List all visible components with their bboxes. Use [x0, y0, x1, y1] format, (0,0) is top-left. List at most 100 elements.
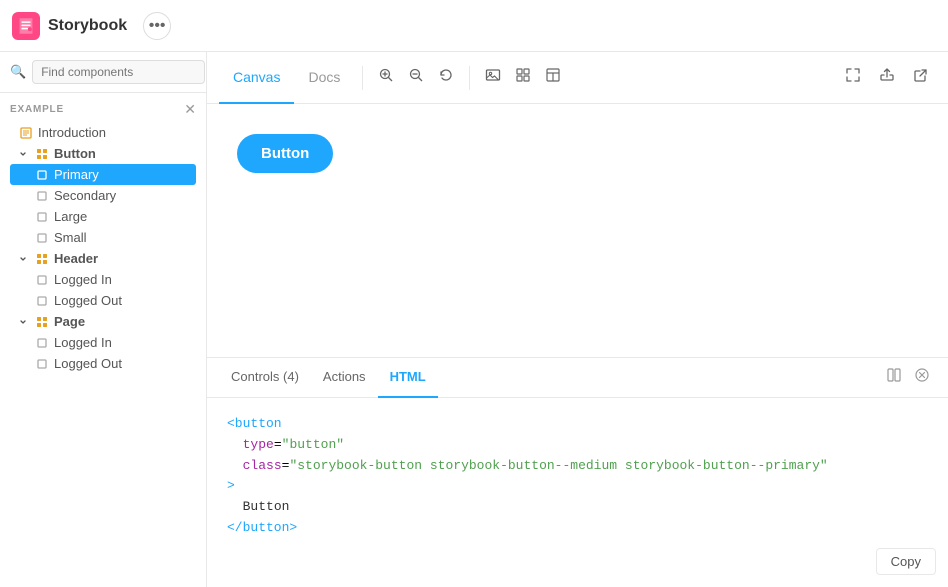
- tab-html[interactable]: HTML: [378, 358, 438, 398]
- tab-canvas[interactable]: Canvas: [219, 52, 294, 104]
- preview-button[interactable]: Button: [237, 134, 333, 173]
- sidebar-item-page-group[interactable]: Page: [10, 311, 196, 332]
- code-line-4: >: [227, 476, 928, 497]
- story-icon-large: [36, 211, 48, 223]
- toolbar-separator-2: [469, 66, 470, 90]
- share-button[interactable]: [872, 63, 902, 93]
- code-line-6: </button>: [227, 518, 928, 539]
- toolbar-right: [838, 63, 936, 93]
- tab-controls[interactable]: Controls (4): [219, 358, 311, 398]
- sidebar-item-page-loggedout[interactable]: Logged Out: [10, 353, 196, 374]
- grid-icon: [36, 148, 48, 160]
- header-loggedin-label: Logged In: [54, 272, 190, 287]
- code-panel: <button type="button" class="storybook-b…: [207, 398, 948, 587]
- sidebar-item-header-loggedout[interactable]: Logged Out: [10, 290, 196, 311]
- menu-button[interactable]: •••: [143, 12, 171, 40]
- large-label: Large: [54, 209, 190, 224]
- layout-icon: [545, 67, 561, 88]
- chevron-down-icon-header: [16, 252, 30, 266]
- image-icon: [485, 67, 501, 88]
- close-section-button[interactable]: ✕: [184, 101, 196, 118]
- new-window-button[interactable]: [906, 63, 936, 93]
- panel-tabs: Controls (4) Actions HTML: [207, 358, 948, 398]
- story-icon-hlo: [36, 295, 48, 307]
- grid-icon: [515, 67, 531, 88]
- expand-icon: [845, 67, 861, 88]
- layout-button[interactable]: [538, 63, 568, 93]
- page-loggedout-label: Logged Out: [54, 356, 190, 371]
- panel-close-button[interactable]: [908, 364, 936, 392]
- zoom-in-button[interactable]: [371, 63, 401, 93]
- story-icon-secondary: [36, 190, 48, 202]
- book-icon: [20, 127, 32, 139]
- sidebar-item-page-loggedin[interactable]: Logged In: [10, 332, 196, 353]
- panel: Controls (4) Actions HTML: [207, 357, 948, 587]
- zoom-in-icon: [378, 67, 394, 88]
- primary-label: Primary: [54, 167, 190, 182]
- sidebar-item-button-small[interactable]: Small: [10, 227, 196, 248]
- zoom-out-icon: [408, 67, 424, 88]
- header-grid-icon: [36, 253, 48, 265]
- secondary-label: Secondary: [54, 188, 190, 203]
- search-input[interactable]: [32, 60, 205, 84]
- sidebar-section: EXAMPLE ✕ Introduction Button: [0, 93, 206, 378]
- dots-icon: •••: [149, 17, 166, 35]
- sidebar-item-button-large[interactable]: Large: [10, 206, 196, 227]
- close-icon: [914, 367, 930, 388]
- grid-toggle-button[interactable]: [508, 63, 538, 93]
- fullscreen-button[interactable]: [838, 63, 868, 93]
- toolbar-separator: [362, 66, 363, 90]
- code-line-2: type="button": [227, 435, 928, 456]
- page-loggedin-label: Logged In: [54, 335, 190, 350]
- reset-zoom-button[interactable]: [431, 63, 461, 93]
- share-icon: [879, 67, 895, 88]
- header-loggedout-label: Logged Out: [54, 293, 190, 308]
- logo-icon: [12, 12, 40, 40]
- header-group-label: Header: [54, 251, 190, 266]
- zoom-out-button[interactable]: [401, 63, 431, 93]
- button-group-label: Button: [54, 146, 190, 161]
- code-line-1: <button: [227, 414, 928, 435]
- content-toolbar: Canvas Docs: [207, 52, 948, 104]
- page-grid-icon: [36, 316, 48, 328]
- app-title: Storybook: [48, 17, 127, 35]
- logo: Storybook: [12, 12, 127, 40]
- chevron-down-icon-page: [16, 315, 30, 329]
- reset-icon: [438, 67, 454, 88]
- sidebar: 🔍 / EXAMPLE ✕ Introduction: [0, 52, 207, 587]
- topbar: Storybook •••: [0, 0, 948, 52]
- small-label: Small: [54, 230, 190, 245]
- section-label: EXAMPLE: [10, 104, 64, 115]
- section-header: EXAMPLE ✕: [10, 101, 196, 118]
- sidebar-item-button-secondary[interactable]: Secondary: [10, 185, 196, 206]
- sidebar-item-header-loggedin[interactable]: Logged In: [10, 269, 196, 290]
- story-icon-pli: [36, 337, 48, 349]
- tab-docs[interactable]: Docs: [294, 52, 354, 104]
- panel-split-button[interactable]: [880, 364, 908, 392]
- canvas-wrapper: Button: [207, 104, 948, 357]
- copy-button[interactable]: Copy: [876, 548, 936, 575]
- sidebar-item-header-group[interactable]: Header: [10, 248, 196, 269]
- story-icon-hli: [36, 274, 48, 286]
- code-line-3: class="storybook-button storybook-button…: [227, 456, 928, 477]
- external-link-icon: [913, 67, 929, 88]
- chevron-down-icon: [16, 147, 30, 161]
- story-icon-primary: [36, 169, 48, 181]
- canvas-area: Button: [207, 104, 948, 203]
- sidebar-item-button-primary[interactable]: Primary: [10, 164, 196, 185]
- sidebar-item-introduction[interactable]: Introduction: [10, 122, 196, 143]
- search-bar: 🔍 /: [0, 52, 206, 93]
- code-line-5: Button: [227, 497, 928, 518]
- split-icon: [886, 367, 902, 388]
- background-button[interactable]: [478, 63, 508, 93]
- main-layout: 🔍 / EXAMPLE ✕ Introduction: [0, 52, 948, 587]
- search-icon: 🔍: [10, 64, 26, 80]
- page-group-label: Page: [54, 314, 190, 329]
- story-icon-small: [36, 232, 48, 244]
- content-area: Canvas Docs: [207, 52, 948, 587]
- intro-label: Introduction: [38, 125, 190, 140]
- sidebar-item-button-group[interactable]: Button: [10, 143, 196, 164]
- story-icon-plo: [36, 358, 48, 370]
- content-main: Button Controls (4) Actions HTML: [207, 104, 948, 587]
- tab-actions[interactable]: Actions: [311, 358, 378, 398]
